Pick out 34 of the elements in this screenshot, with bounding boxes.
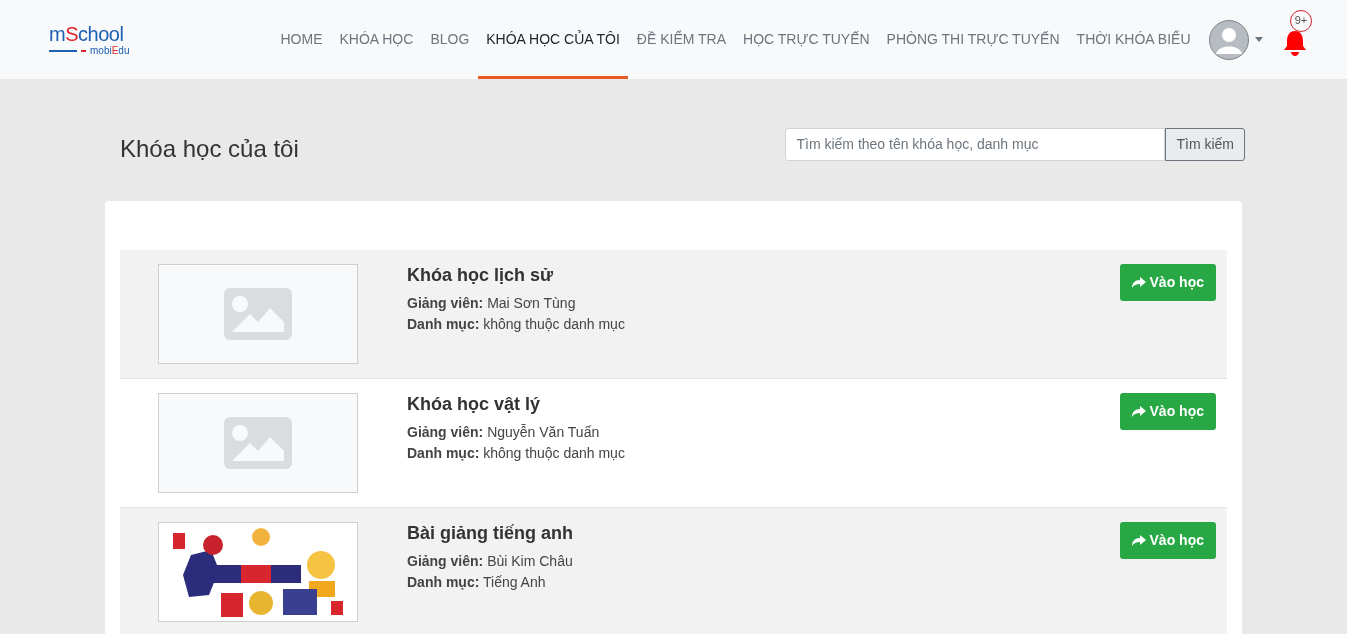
logo[interactable]: mSchool mobiEdu [49, 23, 130, 56]
nav-link[interactable]: HOME [271, 0, 331, 79]
avatar-icon [1209, 19, 1249, 60]
course-title[interactable]: Khóa học lịch sử [407, 264, 625, 286]
bell-icon[interactable] [1283, 29, 1307, 56]
share-icon [1131, 534, 1146, 547]
avatar-dropdown[interactable] [1209, 19, 1263, 60]
category-line: Danh mục: Tiếng Anh [407, 573, 547, 592]
nav-link[interactable]: BLOG [421, 0, 478, 79]
enter-course-button[interactable]: Vào học [1119, 522, 1216, 559]
enter-course-button[interactable]: Vào học [1119, 264, 1216, 301]
image-icon [224, 417, 292, 469]
teacher-line: Giảng viên: Nguyễn Văn Tuấn [407, 423, 601, 442]
page-title: Khóa học của tôi [120, 134, 299, 164]
nav-link[interactable]: KHÓA HỌC [330, 0, 422, 79]
course-title[interactable]: Khóa học vật lý [407, 393, 625, 415]
search-button[interactable]: Tìm kiếm [1165, 127, 1245, 161]
nav-link[interactable]: HỌC TRỰC TUYẾN [734, 0, 879, 79]
notification-badge: 9+ [1290, 9, 1312, 32]
enter-course-button[interactable]: Vào học [1119, 393, 1216, 430]
teacher-line: Giảng viên: Bùi Kim Châu [407, 552, 573, 571]
image-icon [224, 288, 292, 340]
nav-link[interactable]: PHÒNG THI TRỰC TUYẾN [878, 0, 1069, 79]
caret-icon [1255, 37, 1263, 42]
category-line: Danh mục: không thuộc danh mục [407, 315, 625, 334]
teacher-line: Giảng viên: Mai Sơn Tùng [407, 294, 577, 313]
share-icon [1131, 276, 1146, 289]
category-line: Danh mục: không thuộc danh mục [407, 444, 625, 463]
nav-link[interactable]: THỜI KHÓA BIỂU [1068, 0, 1199, 79]
search-field[interactable]: Tìm kiếm theo tên khóa học, danh mục [785, 127, 1166, 161]
nav-link[interactable]: ĐỀ KIỂM TRA [628, 0, 735, 79]
share-icon [1131, 405, 1146, 418]
nav-link[interactable]: KHÓA HỌC CỦA TÔI [477, 0, 629, 79]
course-title[interactable]: Bài giảng tiếng anh [407, 522, 573, 544]
